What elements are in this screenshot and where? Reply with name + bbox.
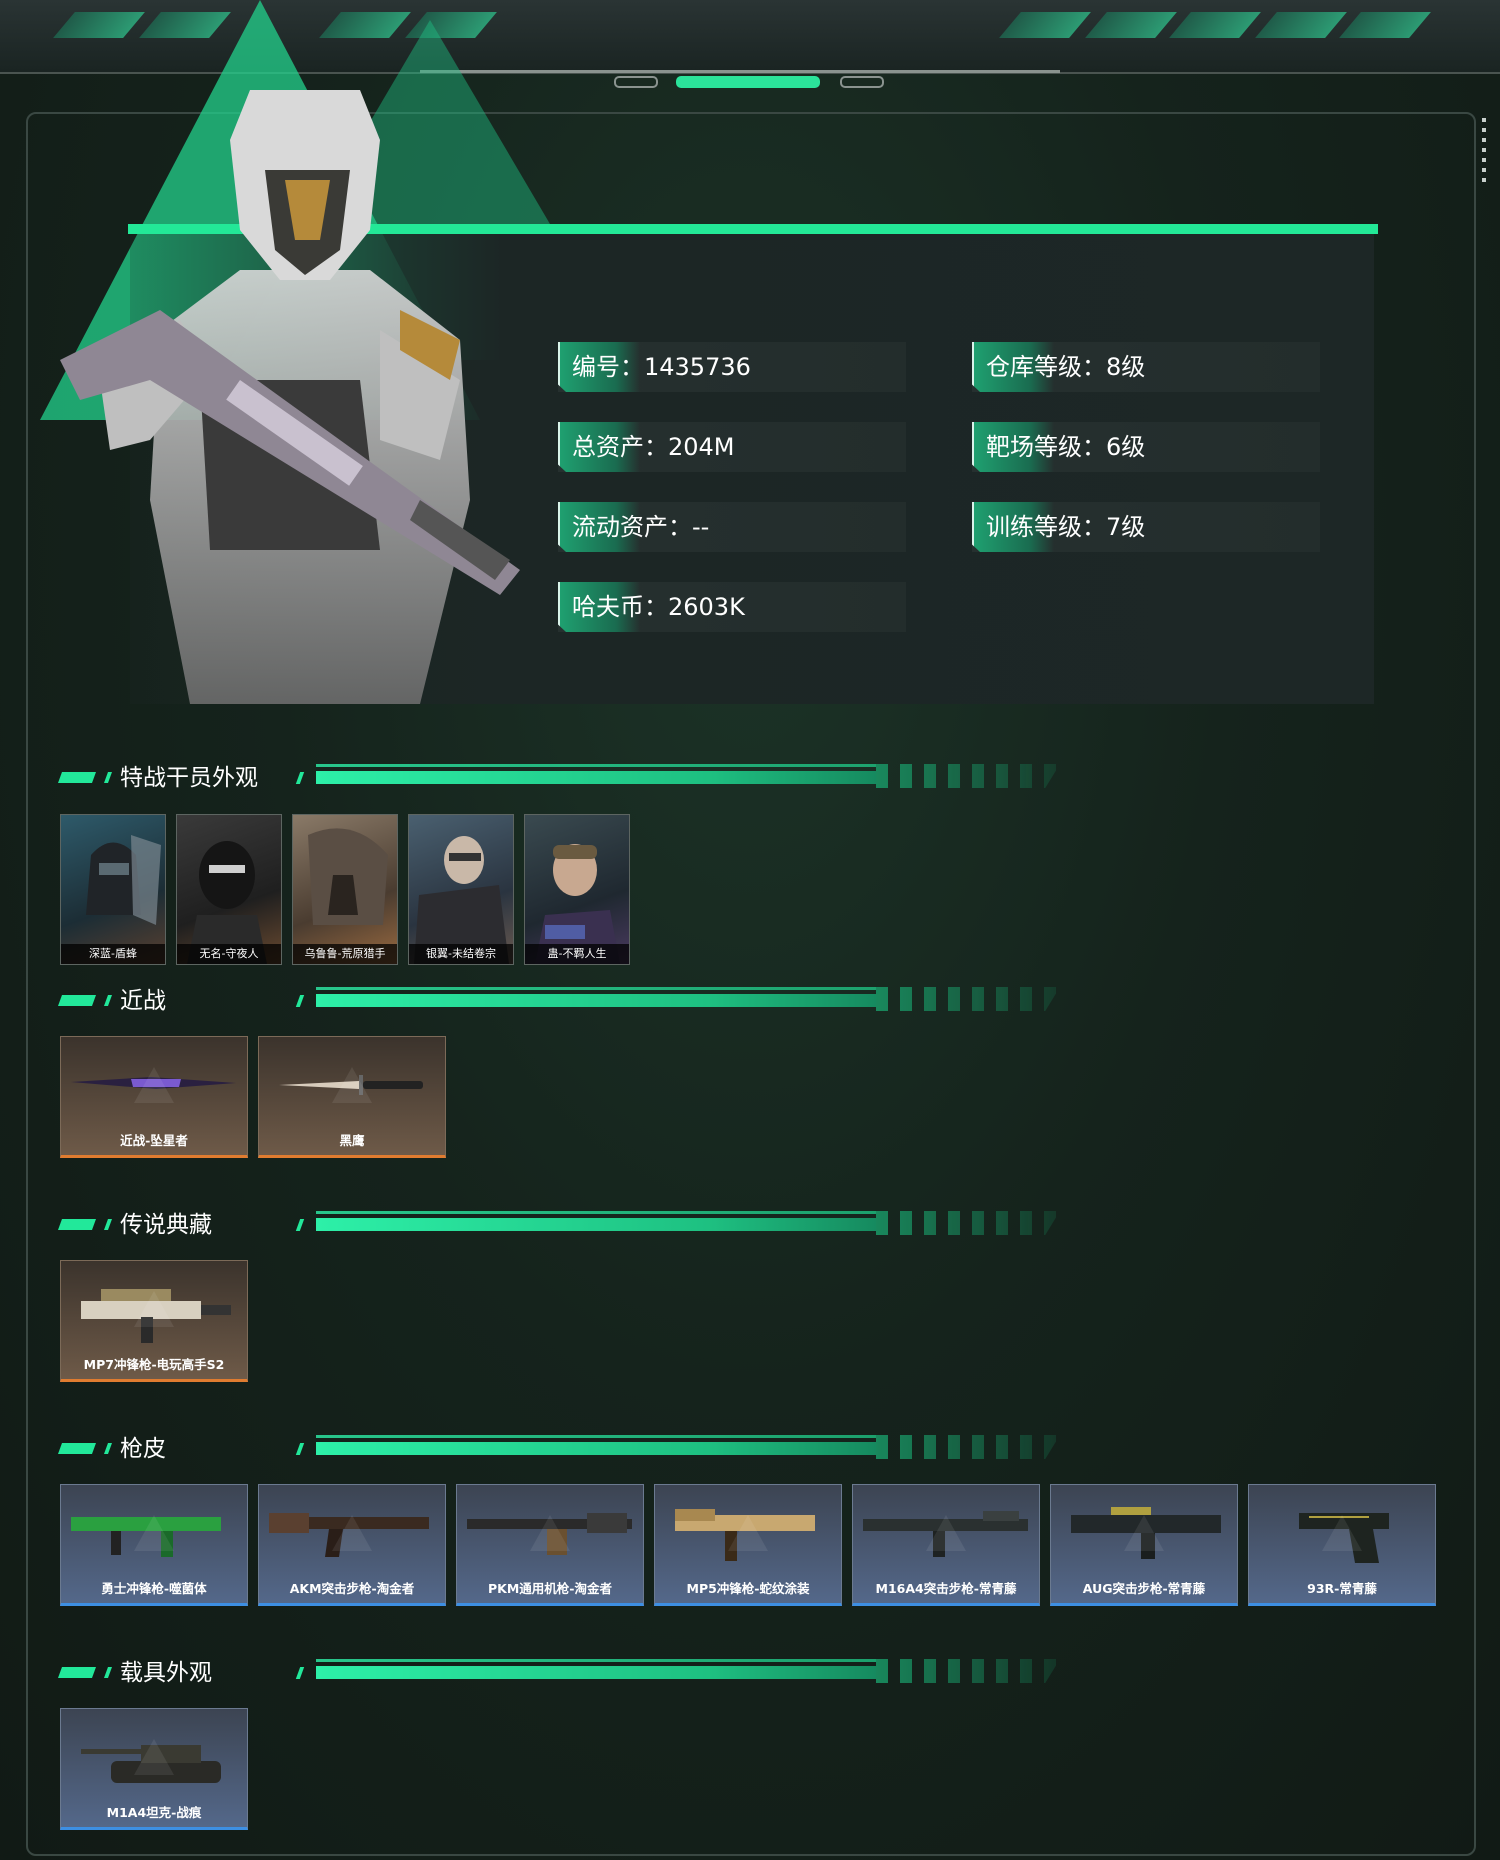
section-header-agents: 特战干员外观 (57, 759, 1060, 799)
agent-name-1: 深蓝-盾蜂 (61, 944, 165, 964)
melee-name-1: 近战-坠星者 (120, 1133, 188, 1148)
legend-card-1[interactable]: MP7冲锋枪-电玩高手S2 (60, 1260, 248, 1382)
stat-liquid-assets: 流动资产：-- (558, 502, 906, 552)
stat-haf-coin-text: 哈夫币：2603K (572, 593, 745, 621)
agent-portrait-1 (86, 835, 161, 925)
section-title-melee: 近战 (120, 988, 166, 1014)
section-title-agents: 特战干员外观 (120, 765, 258, 791)
section-title-vehicles: 载具外观 (120, 1660, 212, 1686)
stat-liquid-assets-text: 流动资产：-- (572, 513, 710, 541)
skin-name-2: AKM突击步枪-淘金者 (289, 1581, 415, 1596)
skin-name-1: 勇士冲锋枪-噬菌体 (101, 1581, 207, 1596)
melee-name-2: 黑鹰 (339, 1133, 365, 1148)
agent-name-4: 银翼-未结卷宗 (409, 944, 513, 964)
skin-card-3[interactable]: PKM通用机枪-淘金者 (456, 1484, 644, 1606)
operator-portrait (60, 90, 520, 704)
agent-name-5: 蛊-不羁人生 (525, 944, 629, 964)
stat-player-id: 编号：1435736 (558, 342, 906, 392)
legend-name-1: MP7冲锋枪-电玩高手S2 (83, 1357, 225, 1372)
stat-haf-coin: 哈夫币：2603K (558, 582, 906, 632)
agent-portrait-2 (187, 841, 267, 964)
skin-card-2[interactable]: AKM突击步枪-淘金者 (258, 1484, 446, 1606)
agent-card-3[interactable]: 乌鲁鲁-荒原猎手 (292, 814, 398, 965)
melee-card-1[interactable]: 近战-坠星者 (60, 1036, 248, 1158)
agent-name-3: 乌鲁鲁-荒原猎手 (293, 944, 397, 964)
agent-card-4[interactable]: 银翼-未结卷宗 (408, 814, 514, 965)
vehicle-card-1[interactable]: M1A4坦克-战痕 (60, 1708, 248, 1830)
stat-training-level-text: 训练等级：7级 (986, 513, 1146, 541)
agent-name-2: 无名-守夜人 (177, 944, 281, 964)
stat-total-assets: 总资产：204M (558, 422, 906, 472)
skin-card-7[interactable]: 93R-常青藤 (1248, 1484, 1436, 1606)
section-header-legend: 传说典藏 (57, 1206, 1060, 1246)
section-title-skins: 枪皮 (120, 1436, 166, 1462)
section-header-skins: 枪皮 (57, 1430, 1060, 1470)
skin-card-4[interactable]: MP5冲锋枪-蛇纹涂装 (654, 1484, 842, 1606)
stat-range-level: 靶场等级：6级 (972, 422, 1320, 472)
stat-training-level: 训练等级：7级 (972, 502, 1320, 552)
skin-name-5: M16A4突击步枪-常青藤 (875, 1581, 1017, 1596)
agent-card-5[interactable]: 蛊-不羁人生 (524, 814, 630, 965)
agent-card-1[interactable]: 深蓝-盾蜂 (60, 814, 166, 965)
stat-range-level-text: 靶场等级：6级 (986, 433, 1146, 461)
agent-card-2[interactable]: 无名-守夜人 (176, 814, 282, 965)
skin-card-1[interactable]: 勇士冲锋枪-噬菌体 (60, 1484, 248, 1606)
stat-warehouse-level-text: 仓库等级：8级 (986, 353, 1146, 381)
agent-portrait-5 (535, 844, 620, 964)
skin-name-3: PKM通用机枪-淘金者 (488, 1581, 612, 1596)
section-title-legend: 传说典藏 (120, 1212, 212, 1238)
stat-total-assets-text: 总资产：204M (572, 433, 735, 461)
section-header-vehicles: 载具外观 (57, 1654, 1060, 1694)
scroll-indicator (1482, 118, 1486, 188)
melee-card-2[interactable]: 黑鹰 (258, 1036, 446, 1158)
skin-name-7: 93R-常青藤 (1307, 1581, 1377, 1596)
vehicle-name-1: M1A4坦克-战痕 (106, 1805, 202, 1820)
skin-name-4: MP5冲锋枪-蛇纹涂装 (686, 1581, 810, 1596)
agent-portrait-3 (308, 828, 388, 925)
agent-portrait-4 (414, 836, 509, 964)
section-header-melee: 近战 (57, 982, 1060, 1022)
skin-card-6[interactable]: AUG突击步枪-常青藤 (1050, 1484, 1238, 1606)
stat-warehouse-level: 仓库等级：8级 (972, 342, 1320, 392)
skin-card-5[interactable]: M16A4突击步枪-常青藤 (852, 1484, 1040, 1606)
skin-name-6: AUG突击步枪-常青藤 (1082, 1581, 1206, 1596)
stat-player-id-text: 编号：1435736 (572, 353, 751, 381)
